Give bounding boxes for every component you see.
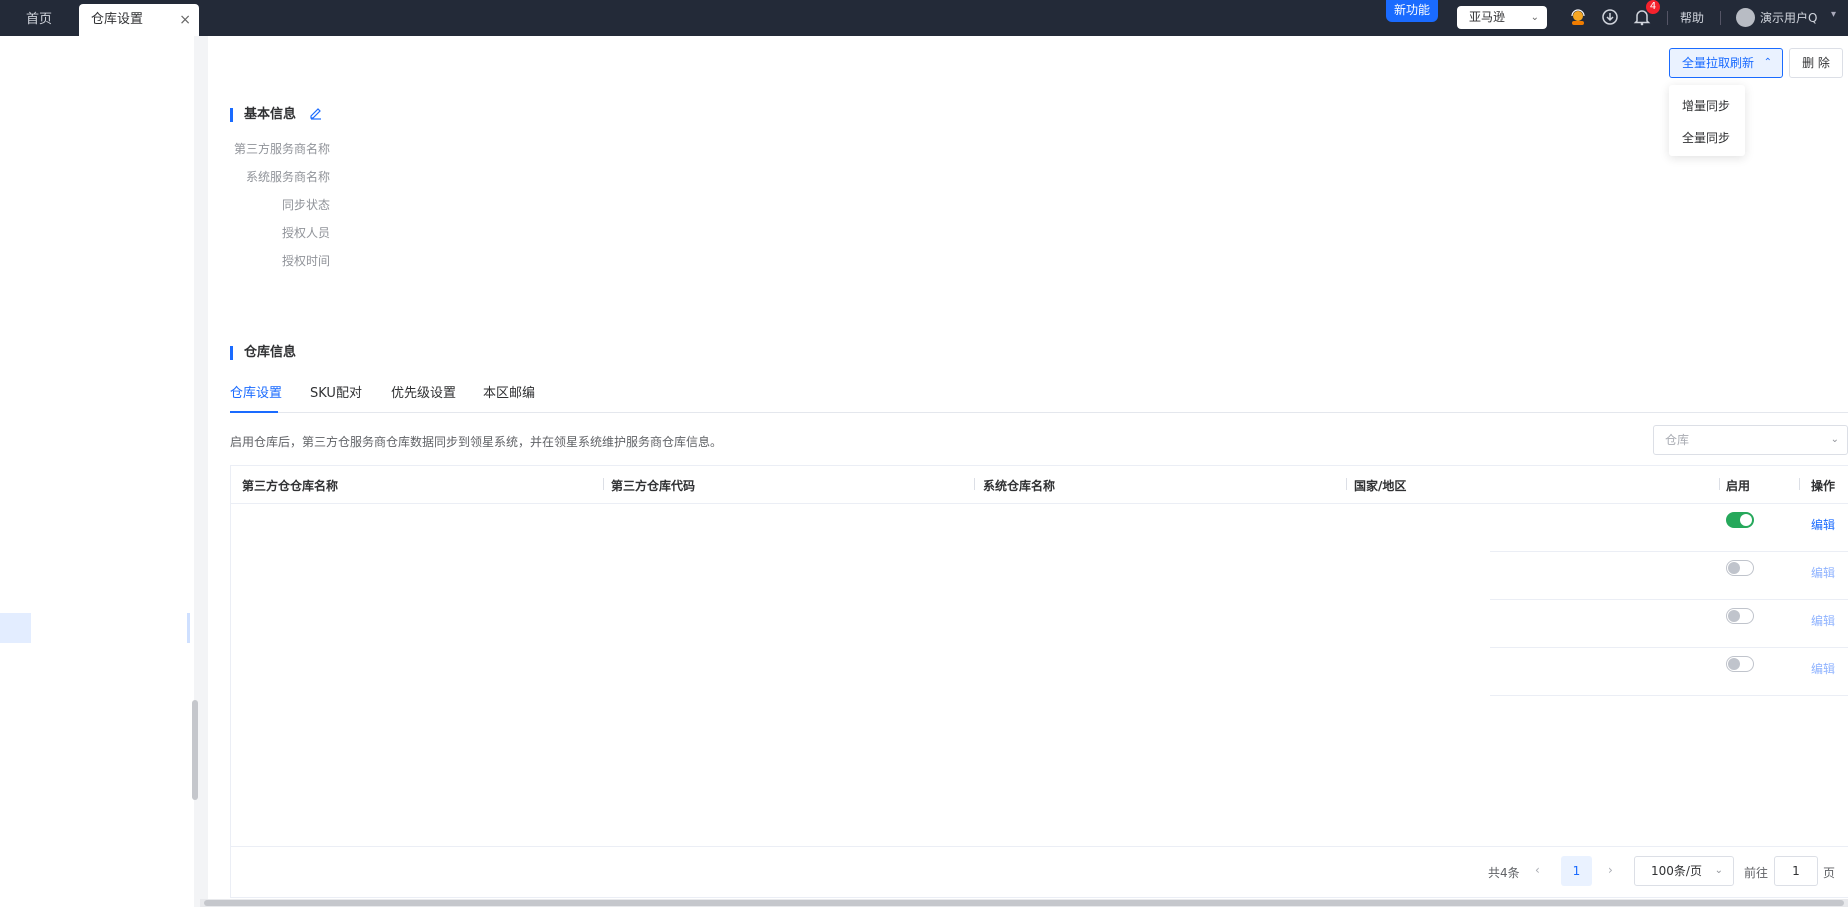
column-header: 操作 (1811, 479, 1836, 493)
section-title-warehouse-info: 仓库信息 (230, 346, 296, 360)
full-refresh-button[interactable]: 全量拉取刷新 ⌃ (1669, 48, 1783, 78)
horizontal-scrollbar[interactable] (200, 899, 1848, 907)
tab-label: 仓库设置 (230, 386, 283, 401)
table-row: 编辑 (231, 648, 1848, 696)
column-separator[interactable] (1346, 478, 1347, 490)
table-row: 编辑 (231, 600, 1848, 648)
column-header: 系统仓库名称 (983, 479, 1056, 493)
chevron-down-icon: ⌄ (1830, 434, 1839, 445)
edit-link[interactable]: 编辑 (1811, 564, 1835, 581)
tab-label: 仓库设置 (91, 12, 144, 27)
column-separator[interactable] (974, 478, 975, 490)
goto-page-input[interactable]: 1 (1774, 856, 1818, 886)
table-header: 第三方仓仓库名称 第三方仓库代码 系统仓库名称 国家/地区 启用 操作 (231, 466, 1848, 504)
edit-link[interactable]: 编辑 (1811, 516, 1835, 533)
page-size-label: 100条/页 (1651, 864, 1702, 878)
button-label: 全量拉取刷新 (1682, 56, 1755, 70)
delete-button[interactable]: 删 除 (1789, 48, 1843, 78)
sync-dropdown-menu: 增量同步 全量同步 (1669, 85, 1745, 156)
notification-badge: 4 (1646, 0, 1660, 14)
tab-warehouse-settings[interactable]: 仓库设置 (230, 385, 283, 413)
sidebar-scrollbar[interactable] (192, 700, 198, 800)
tab-warehouse-settings[interactable]: 仓库设置 × (79, 4, 199, 36)
goto-label: 前往 (1744, 866, 1769, 880)
tab-local-postcode[interactable]: 本区邮编 (483, 385, 535, 403)
warehouse-select[interactable]: 仓库 ⌄ (1653, 425, 1848, 455)
row-divider (1490, 695, 1848, 696)
chevron-down-icon[interactable]: ▾ (1831, 9, 1836, 20)
select-placeholder: 仓库 (1665, 433, 1690, 447)
field-label-sync-status: 同步状态 (281, 198, 330, 212)
page-suffix-label: 页 (1823, 866, 1836, 880)
pagination-total: 共4条 (1488, 866, 1520, 880)
user-name[interactable]: 演示用户Q (1760, 9, 1817, 26)
column-header: 启用 (1726, 479, 1751, 493)
tab-priority-settings[interactable]: 优先级设置 (391, 385, 456, 403)
page-number-button[interactable]: 1 (1561, 856, 1592, 886)
column-separator[interactable] (1799, 478, 1800, 490)
section-title-basic-info: 基本信息 (230, 108, 296, 122)
chevron-up-icon: ⌃ (1763, 57, 1772, 68)
divider (1720, 11, 1721, 25)
table-row: 编辑 (231, 552, 1848, 600)
new-feature-badge[interactable]: 新功能 (1386, 0, 1438, 22)
tab-home[interactable]: 首页 (0, 4, 78, 36)
hint-text: 启用仓库后，第三方仓服务商仓库数据同步到领星系统，并在领星系统维护服务商仓库信息… (230, 435, 723, 449)
field-label-third-party-provider: 第三方服务商名称 (233, 142, 330, 156)
avatar[interactable] (1736, 8, 1755, 27)
platform-label: 亚马逊 (1469, 10, 1506, 24)
toggle-knob (1740, 514, 1752, 526)
enable-toggle[interactable] (1726, 560, 1754, 576)
field-label-system-provider: 系统服务商名称 (245, 170, 330, 184)
warehouse-table: 第三方仓仓库名称 第三方仓库代码 系统仓库名称 国家/地区 启用 操作 编辑 编… (230, 465, 1848, 898)
active-tab-indicator (230, 411, 278, 413)
table-footer-divider (231, 846, 1848, 847)
divider (1667, 11, 1668, 25)
sidebar (0, 36, 194, 907)
platform-selector[interactable]: 亚马逊 ⌄ (1457, 6, 1547, 29)
field-label-authorized-by: 授权人员 (281, 226, 330, 240)
toggle-knob (1728, 658, 1740, 670)
support-agent-icon[interactable] (1569, 8, 1587, 26)
column-separator[interactable] (1719, 478, 1720, 490)
column-separator[interactable] (603, 478, 604, 490)
menu-item-full-sync[interactable]: 全量同步 (1682, 129, 1730, 146)
edit-link[interactable]: 编辑 (1811, 660, 1835, 677)
field-label-authorized-time: 授权时间 (281, 254, 330, 268)
chevron-down-icon: ⌄ (1714, 865, 1723, 876)
scrollbar-thumb[interactable] (204, 900, 1844, 906)
column-header: 第三方仓仓库名称 (242, 479, 339, 493)
chevron-left-icon[interactable]: ‹ (1535, 863, 1540, 877)
page-size-select[interactable]: 100条/页 ⌄ (1634, 856, 1734, 886)
download-icon[interactable] (1601, 8, 1619, 26)
warehouse-tabs: 仓库设置 SKU配对 优先级设置 本区邮编 (230, 385, 1848, 413)
sidebar-active-item[interactable] (0, 613, 31, 643)
column-header: 国家/地区 (1354, 479, 1407, 493)
enable-toggle[interactable] (1726, 608, 1754, 624)
menu-item-incremental-sync[interactable]: 增量同步 (1682, 97, 1730, 114)
close-icon[interactable]: × (179, 4, 191, 36)
column-header: 第三方仓库代码 (611, 479, 696, 493)
toggle-knob (1728, 610, 1740, 622)
sidebar-active-marker (187, 613, 190, 643)
chevron-right-icon[interactable]: › (1608, 863, 1613, 877)
table-row: 编辑 (231, 504, 1848, 552)
chevron-down-icon: ⌄ (1530, 12, 1539, 23)
toggle-knob (1728, 562, 1740, 574)
edit-link[interactable]: 编辑 (1811, 612, 1835, 629)
tab-sku-pairing[interactable]: SKU配对 (310, 385, 362, 403)
enable-toggle[interactable] (1726, 656, 1754, 672)
edit-icon[interactable] (309, 106, 323, 120)
help-link[interactable]: 帮助 (1680, 9, 1704, 26)
enable-toggle[interactable] (1726, 512, 1754, 528)
top-bar: 首页 仓库设置 × 新功能 亚马逊 ⌄ 4 帮助 演示用户Q ▾ (0, 0, 1848, 36)
